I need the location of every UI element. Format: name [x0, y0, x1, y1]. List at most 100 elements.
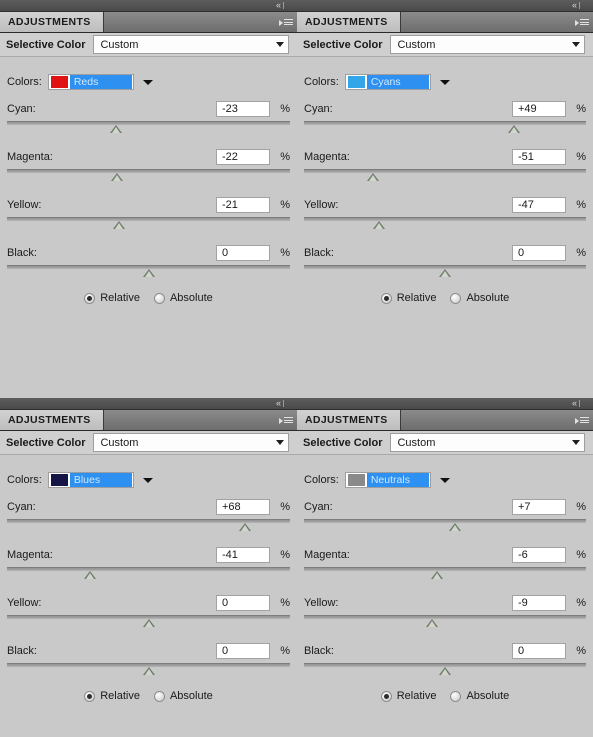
slider-value-input[interactable]: -21 — [216, 197, 270, 213]
tab-adjustments[interactable]: ADJUSTMENTS — [0, 410, 104, 430]
slider-track-wrap[interactable] — [304, 615, 586, 632]
slider-track-wrap[interactable] — [7, 567, 290, 584]
slider-value-input[interactable]: -22 — [216, 149, 270, 165]
slider-track-wrap[interactable] — [7, 663, 290, 680]
slider-value-input[interactable]: +68 — [216, 499, 270, 515]
colors-chevron-down-icon[interactable] — [140, 472, 156, 488]
slider-unit: % — [280, 645, 290, 657]
slider-value-input[interactable]: 0 — [216, 595, 270, 611]
radio-absolute-dot[interactable] — [450, 292, 462, 304]
panel-menu-icon[interactable] — [575, 414, 589, 426]
slider-value-input[interactable]: +7 — [512, 499, 566, 515]
slider-track-wrap[interactable] — [304, 567, 586, 584]
slider-thumb[interactable] — [430, 571, 443, 579]
radio-absolute[interactable]: Absolute — [153, 292, 213, 304]
panel-tab-row: ADJUSTMENTS — [297, 410, 593, 431]
slider-value-input[interactable]: -23 — [216, 101, 270, 117]
panel-menu-icon[interactable] — [279, 414, 293, 426]
preset-dropdown[interactable]: Custom — [390, 35, 585, 54]
collapse-panel-icon[interactable]: « — [565, 0, 587, 11]
slider-thumb[interactable] — [367, 173, 380, 181]
slider-value-input[interactable]: -9 — [512, 595, 566, 611]
radio-relative-dot[interactable] — [380, 690, 392, 702]
slider-thumb[interactable] — [84, 571, 97, 579]
slider-thumb[interactable] — [439, 269, 451, 277]
slider-magenta: Magenta: -22 % — [7, 148, 290, 186]
radio-relative[interactable]: Relative — [380, 292, 436, 304]
slider-thumb[interactable] — [111, 173, 124, 181]
slider-label: Magenta: — [304, 549, 350, 561]
slider-thumb[interactable] — [109, 125, 122, 133]
colors-chevron-down-icon[interactable] — [140, 74, 156, 90]
panel-menu-icon[interactable] — [575, 16, 589, 28]
slider-track-wrap[interactable] — [7, 519, 290, 536]
slider-thumb[interactable] — [448, 523, 461, 531]
slider-thumb[interactable] — [142, 269, 155, 277]
collapse-panel-icon[interactable]: « — [269, 398, 291, 409]
slider-value-input[interactable]: 0 — [216, 245, 270, 261]
slider-track-wrap[interactable] — [7, 217, 290, 234]
preset-dropdown[interactable]: Custom — [93, 433, 289, 452]
slider-value-input[interactable]: -6 — [512, 547, 566, 563]
radio-absolute-dot[interactable] — [153, 292, 165, 304]
panels-grid: « ADJUSTMENTS Selective Color Custom Col… — [0, 0, 593, 737]
slider-track-wrap[interactable] — [304, 217, 586, 234]
radio-relative[interactable]: Relative — [380, 690, 436, 702]
radio-relative-dot[interactable] — [84, 690, 96, 702]
radio-relative-dot[interactable] — [380, 292, 392, 304]
slider-track-wrap[interactable] — [7, 265, 290, 282]
slider-thumb[interactable] — [426, 619, 439, 627]
preset-dropdown[interactable]: Custom — [93, 35, 289, 54]
tab-adjustments[interactable]: ADJUSTMENTS — [297, 12, 401, 32]
slider-black: Black: 0 % — [7, 642, 290, 680]
collapse-panel-icon[interactable]: « — [269, 0, 291, 11]
selective-color-header: Selective Color Custom — [0, 431, 297, 455]
slider-track-wrap[interactable] — [304, 169, 586, 186]
slider-track-wrap[interactable] — [7, 169, 290, 186]
colors-dropdown[interactable]: Neutrals — [344, 472, 431, 488]
slider-thumb[interactable] — [112, 221, 125, 229]
slider-thumb[interactable] — [238, 523, 251, 531]
slider-thumb[interactable] — [142, 667, 155, 675]
colors-dropdown[interactable]: Cyans — [344, 74, 431, 90]
radio-relative[interactable]: Relative — [84, 292, 140, 304]
slider-thumb[interactable] — [142, 619, 155, 627]
colors-label: Colors: — [7, 76, 42, 88]
slider-value-input[interactable]: -41 — [216, 547, 270, 563]
colors-dropdown[interactable]: Blues — [47, 472, 134, 488]
tab-adjustments[interactable]: ADJUSTMENTS — [0, 12, 104, 32]
radio-absolute[interactable]: Absolute — [450, 690, 509, 702]
radio-absolute-dot[interactable] — [153, 690, 165, 702]
radio-relative[interactable]: Relative — [84, 690, 140, 702]
slider-unit: % — [280, 597, 290, 609]
tab-adjustments[interactable]: ADJUSTMENTS — [297, 410, 401, 430]
slider-track-wrap[interactable] — [7, 615, 290, 632]
slider-track-wrap[interactable] — [304, 519, 586, 536]
slider-track-wrap[interactable] — [7, 121, 290, 138]
collapse-panel-icon[interactable]: « — [565, 398, 587, 409]
slider-label: Black: — [7, 645, 37, 657]
slider-track-wrap[interactable] — [304, 663, 586, 680]
slider-value-input[interactable]: 0 — [512, 245, 566, 261]
colors-row: Colors: Reds — [7, 57, 290, 90]
slider-track-wrap[interactable] — [304, 265, 586, 282]
colors-chevron-down-icon[interactable] — [437, 472, 453, 488]
slider-value-input[interactable]: -51 — [512, 149, 566, 165]
slider-value-input[interactable]: -47 — [512, 197, 566, 213]
slider-thumb[interactable] — [439, 667, 451, 675]
radio-absolute[interactable]: Absolute — [450, 292, 509, 304]
slider-value-input[interactable]: +49 — [512, 101, 566, 117]
slider-thumb[interactable] — [508, 125, 521, 133]
colors-chevron-down-icon[interactable] — [437, 74, 453, 90]
radio-absolute-dot[interactable] — [450, 690, 462, 702]
slider-thumb[interactable] — [372, 221, 385, 229]
panel-menu-icon[interactable] — [279, 16, 293, 28]
chevron-down-icon — [276, 42, 284, 47]
slider-value-input[interactable]: 0 — [216, 643, 270, 659]
slider-value-input[interactable]: 0 — [512, 643, 566, 659]
radio-absolute[interactable]: Absolute — [153, 690, 213, 702]
slider-track-wrap[interactable] — [304, 121, 586, 138]
colors-dropdown[interactable]: Reds — [47, 74, 134, 90]
preset-dropdown[interactable]: Custom — [390, 433, 585, 452]
radio-relative-dot[interactable] — [84, 292, 96, 304]
